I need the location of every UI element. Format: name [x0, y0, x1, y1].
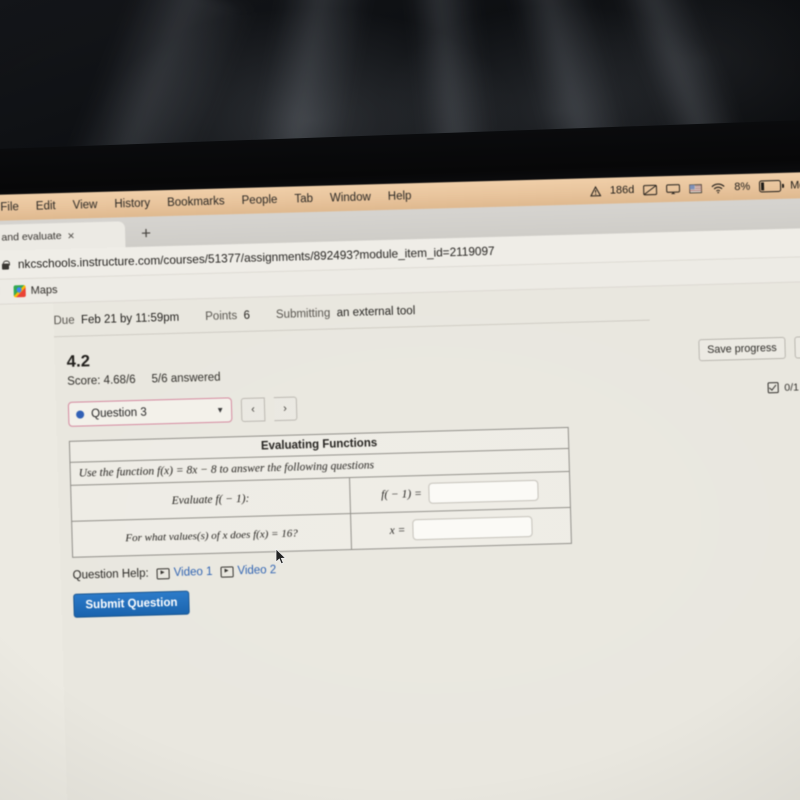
menu-item-file[interactable]: File	[0, 201, 19, 214]
question-row-2-answer: x =	[351, 508, 571, 549]
answered-count: 5/6 answered	[151, 371, 221, 386]
bookmark-maps[interactable]: Maps	[13, 284, 58, 298]
menu-item-history[interactable]: History	[114, 198, 150, 211]
close-icon[interactable]: ×	[67, 229, 74, 243]
sidebar-item-3[interactable]: es	[0, 377, 56, 409]
quiz-action-buttons: Save progress Done	[697, 335, 800, 362]
battery-percent-label: 8%	[734, 180, 751, 194]
video-2-link[interactable]: Video 2	[220, 564, 276, 578]
video-2-label: Video 2	[237, 564, 277, 578]
submit-question-button[interactable]: Submit Question	[73, 590, 190, 618]
answer-prefix-1: f( − 1) =	[380, 487, 423, 501]
play-icon	[220, 565, 234, 578]
question-help-label: Question Help:	[72, 567, 149, 582]
question-selector-label: Question 3	[90, 406, 147, 420]
clock-label[interactable]: Mon 5:44	[790, 178, 800, 191]
question-table: Evaluating Functions Use the function f(…	[68, 426, 572, 558]
screen-mirror-icon[interactable]	[643, 184, 658, 195]
menu-item-edit[interactable]: Edit	[36, 200, 56, 213]
lock-icon	[2, 260, 9, 269]
save-progress-button[interactable]: Save progress	[697, 336, 787, 362]
video-1-link[interactable]: Video 1	[156, 565, 213, 580]
menu-item-help[interactable]: Help	[388, 190, 412, 203]
display-icon[interactable]	[666, 183, 681, 194]
menu-item-bookmarks[interactable]: Bookmarks	[167, 195, 225, 209]
checkbox-icon	[767, 382, 779, 394]
battery-icon[interactable]	[759, 179, 782, 193]
question-navigation-bar: Question 3 ▼ ‹ ›	[67, 380, 800, 427]
warning-triangle-icon[interactable]	[589, 185, 601, 196]
points-label: Points	[205, 310, 238, 324]
answer-input-2[interactable]	[412, 515, 533, 541]
play-icon	[156, 567, 170, 579]
screenshot-root: File Edit View History Bookmarks People …	[0, 0, 800, 800]
points-value: 6	[243, 309, 251, 322]
submitting-label: Submitting	[275, 307, 331, 322]
sidebar-item-announcements[interactable]: ncements	[0, 321, 54, 353]
video-1-label: Video 1	[173, 565, 213, 580]
warning-days-label: 186d	[609, 184, 635, 197]
due-label: Due	[53, 314, 75, 328]
browser-window: File Edit View History Bookmarks People …	[0, 170, 800, 800]
answer-input-1[interactable]	[428, 479, 540, 504]
assignment-content: Due Feb 21 by 11:59pm Points 6 Submittin…	[53, 281, 800, 800]
bookmark-maps-label: Maps	[30, 284, 58, 297]
question-row-1-answer: f( − 1) =	[350, 472, 570, 513]
submitting-value: an external tool	[336, 305, 416, 320]
menu-item-people[interactable]: People	[241, 194, 277, 207]
flag-icon[interactable]	[689, 183, 703, 193]
due-value: Feb 21 by 11:59pm	[80, 311, 180, 327]
question-selector-dropdown[interactable]: Question 3 ▼	[67, 397, 233, 427]
mouse-cursor	[275, 548, 287, 566]
maps-icon	[13, 285, 26, 298]
tab-title: 4.2 I can write and evaluate	[0, 230, 62, 246]
score-value: Score: 4.68/6	[67, 374, 136, 388]
prev-question-button[interactable]: ‹	[240, 396, 266, 422]
points-earned-label: 0/1 pt	[784, 380, 800, 394]
menu-item-window[interactable]: Window	[330, 191, 371, 204]
question-points-badge: 0/1 pt ↻ 3	[767, 379, 800, 394]
question-row-2-label: For what values(s) of x does f(x) = 16?	[72, 514, 353, 557]
wifi-icon[interactable]	[711, 182, 725, 193]
new-tab-button[interactable]: +	[141, 224, 151, 244]
chevron-down-icon: ▼	[216, 405, 225, 415]
next-question-button[interactable]: ›	[273, 396, 298, 421]
canvas-page: ncements s es Due Feb 21 by 11:59pm Poin…	[0, 280, 800, 800]
menu-item-tab[interactable]: Tab	[294, 193, 313, 206]
done-button[interactable]: Done	[794, 335, 800, 359]
menu-item-view[interactable]: View	[73, 199, 98, 212]
sidebar-item-2[interactable]: s	[0, 349, 55, 381]
answer-prefix-2: x =	[389, 524, 406, 537]
question-status-dot-icon	[76, 409, 85, 419]
